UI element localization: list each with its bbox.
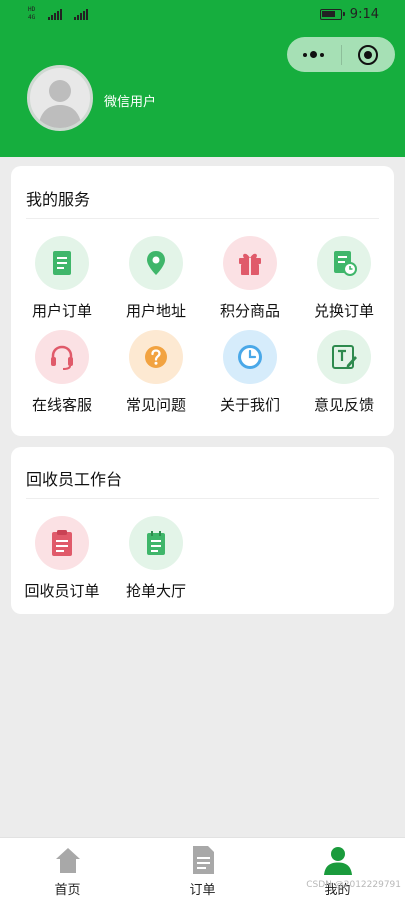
home-icon	[55, 848, 80, 873]
target-close-icon	[358, 44, 379, 65]
workbench-label: 回收员订单	[24, 582, 100, 600]
tab-label: 首页	[54, 883, 81, 898]
default-avatar-icon	[38, 80, 82, 128]
battery-icon	[319, 8, 345, 20]
miniprogram-capsule	[287, 37, 395, 72]
clipboard-icon	[35, 516, 89, 570]
avatar[interactable]	[27, 65, 93, 131]
workbench-divider	[26, 498, 379, 499]
tab-orders[interactable]: 订单	[135, 838, 270, 900]
network-gen-label: 4G	[28, 14, 36, 21]
tab-mine[interactable]: 我的	[270, 838, 405, 900]
question-icon	[129, 330, 183, 384]
service-faq[interactable]: 常见问题	[109, 330, 203, 416]
services-card: 我的服务 用户订单 用户地址 积分商品 兑换订单 在线客服 常见问题 关于我们 …	[11, 166, 394, 436]
services-title: 我的服务	[26, 190, 91, 209]
close-miniprogram-button[interactable]	[341, 37, 395, 72]
profile-header: HD 4G 9:14 微信用户	[0, 0, 405, 157]
more-button[interactable]	[287, 37, 341, 72]
location-pin-icon	[129, 236, 183, 290]
notepad-icon	[129, 516, 183, 570]
clock-icon	[223, 330, 277, 384]
service-points-goods[interactable]: 积分商品	[203, 236, 297, 322]
user-icon	[323, 847, 352, 875]
bottom-tab-bar: 首页 订单 我的	[0, 837, 405, 900]
status-bar: HD 4G 9:14	[0, 0, 405, 28]
service-label: 用户订单	[31, 302, 92, 320]
signal-icon-2	[74, 8, 88, 20]
headset-icon	[35, 330, 89, 384]
workbench-title: 回收员工作台	[26, 470, 123, 489]
status-time: 9:14	[349, 6, 379, 22]
service-about-us[interactable]: 关于我们	[203, 330, 297, 416]
service-label: 关于我们	[219, 396, 280, 414]
services-divider	[26, 218, 379, 219]
user-nickname[interactable]: 微信用户	[104, 91, 156, 110]
tab-label: 订单	[189, 883, 216, 898]
workbench-recycler-orders[interactable]: 回收员订单	[15, 516, 109, 602]
document-icon	[35, 236, 89, 290]
workbench-grab-hall[interactable]: 抢单大厅	[109, 516, 203, 602]
more-dots-icon	[303, 51, 325, 58]
service-feedback[interactable]: 意见反馈	[297, 330, 391, 416]
gift-icon	[223, 236, 277, 290]
service-label: 在线客服	[31, 396, 92, 414]
service-user-address[interactable]: 用户地址	[109, 236, 203, 322]
service-user-orders[interactable]: 用户订单	[15, 236, 109, 322]
service-online-support[interactable]: 在线客服	[15, 330, 109, 416]
workbench-card: 回收员工作台 回收员订单 抢单大厅	[11, 447, 394, 614]
network-type-label: HD	[28, 6, 36, 13]
csdn-watermark: CSDN @2012229791	[306, 880, 401, 890]
service-label: 意见反馈	[313, 396, 374, 414]
order-clock-icon	[317, 236, 371, 290]
workbench-label: 抢单大厅	[125, 582, 186, 600]
service-exchange-orders[interactable]: 兑换订单	[297, 236, 391, 322]
service-label: 用户地址	[125, 302, 186, 320]
service-label: 常见问题	[125, 396, 186, 414]
signal-icon	[48, 8, 62, 20]
order-list-icon	[192, 846, 214, 874]
tab-home[interactable]: 首页	[0, 838, 135, 900]
status-right: 9:14	[319, 6, 379, 22]
service-label: 兑换订单	[313, 302, 374, 320]
feedback-edit-icon	[317, 330, 371, 384]
signal-indicators: HD 4G	[28, 6, 98, 22]
service-label: 积分商品	[219, 302, 280, 320]
